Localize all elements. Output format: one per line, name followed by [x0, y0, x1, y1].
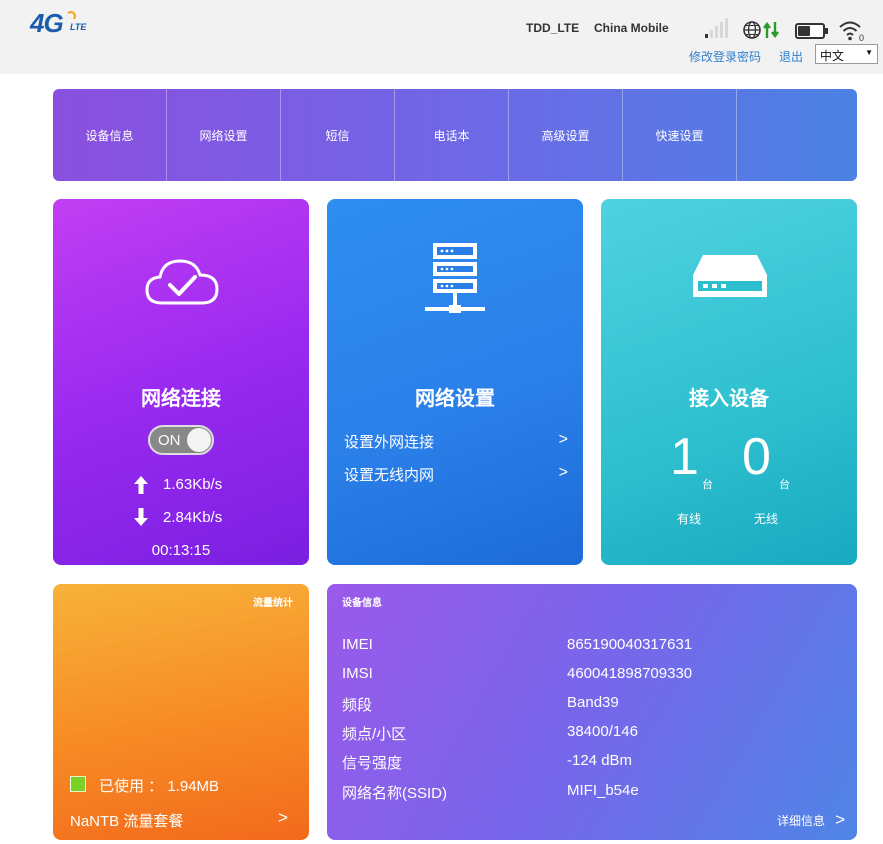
wifi-icon: 0: [838, 17, 868, 47]
nav-device-info[interactable]: 设备信息: [53, 89, 167, 181]
upload-arrow-icon: [134, 476, 148, 494]
top-bar: 4G LTE TDD_LTE China Mobile 0 修改登录密码 退出 …: [0, 0, 883, 74]
device-info-title: 设备信息: [342, 598, 382, 609]
wired-count-unit: 台: [702, 479, 713, 491]
info-value: MIFI_b54e: [567, 782, 639, 799]
info-row-ssid: 网络名称(SSID) MIFI_b54e: [342, 782, 842, 804]
dropdown-arrow-icon: ▼: [865, 48, 873, 57]
upload-speed: 1.63Kb/s: [163, 476, 223, 493]
toggle-label: ON: [158, 432, 181, 449]
wired-label: 有线: [677, 512, 702, 526]
connection-toggle[interactable]: ON: [148, 425, 214, 455]
nav-network-settings[interactable]: 网络设置: [167, 89, 281, 181]
network-type: TDD_LTE: [526, 21, 580, 35]
router-icon: [691, 251, 769, 305]
used-label: 已使用 ：: [99, 778, 164, 795]
main-nav: 设备信息 网络设置 短信 电话本 高级设置 快速设置: [53, 89, 857, 181]
info-row-signal-strength: 信号强度 -124 dBm: [342, 752, 842, 774]
wireless-device-count: 0: [742, 428, 771, 486]
info-key: 频段: [342, 697, 373, 714]
traffic-statistics-title: 流量统计: [253, 598, 293, 609]
globe-data-icon: [742, 20, 782, 44]
cloud-check-icon: [144, 255, 220, 315]
connection-uptime: 00:13:15: [151, 542, 211, 559]
change-password-link[interactable]: 修改登录密码: [689, 48, 761, 65]
operator-name: China Mobile: [594, 21, 669, 35]
language-selected-value: 中文: [820, 49, 845, 63]
wan-setup-link[interactable]: 设置外网连接 >: [344, 431, 568, 457]
wifi-client-count: 0: [859, 33, 864, 43]
logo-main-text: 4G: [30, 8, 64, 38]
wireless-count-unit: 台: [779, 479, 790, 491]
info-value: -124 dBm: [567, 752, 633, 769]
network-settings-title: 网络设置: [415, 388, 495, 410]
battery-icon: [795, 23, 828, 39]
4g-lte-logo: 4G LTE: [30, 8, 100, 40]
toggle-knob: [187, 428, 211, 452]
network-connection-card: 网络连接 ON 1.63Kb/s 2.84Kb/s 00:13:15: [53, 199, 309, 565]
info-value: Band39: [567, 694, 619, 711]
wlan-setup-link[interactable]: 设置无线内网 >: [344, 464, 568, 490]
network-settings-card: 网络设置 设置外网连接 > 设置无线内网 >: [327, 199, 583, 565]
info-row-frequency-cell: 频点/小区 38400/146: [342, 723, 842, 745]
used-traffic: 已使用 ： 1.94MB: [99, 775, 219, 796]
connected-devices-title: 接入设备: [689, 388, 769, 410]
wan-setup-label: 设置外网连接: [344, 434, 435, 451]
network-connection-title: 网络连接: [141, 388, 221, 410]
logout-link[interactable]: 退出: [779, 48, 803, 65]
connected-devices-card: 接入设备 1 台 0 台 有线 无线: [601, 199, 857, 565]
info-key: 信号强度: [342, 755, 403, 772]
wired-device-count: 1: [670, 428, 699, 486]
language-select[interactable]: 中文 ▼: [815, 44, 878, 64]
signal-icon: [705, 18, 731, 38]
download-speed: 2.84Kb/s: [163, 509, 223, 526]
nav-quick-setup[interactable]: 快速设置: [623, 89, 737, 181]
data-plan-label: NaNTB 流量套餐: [70, 813, 184, 830]
info-row-imsi: IMSI 460041898709330: [342, 665, 842, 687]
device-info-card: 设备信息 IMEI 865190040317631 IMSI 460041898…: [327, 584, 857, 840]
nav-sms[interactable]: 短信: [281, 89, 395, 181]
info-key: IMEI: [342, 636, 373, 653]
info-value: 865190040317631: [567, 636, 693, 653]
used-color-swatch: [70, 776, 86, 792]
info-key: 频点/小区: [342, 726, 407, 743]
info-value: 38400/146: [567, 723, 638, 740]
server-icon: [423, 241, 487, 325]
info-key: 网络名称(SSID): [342, 785, 448, 802]
info-key: IMSI: [342, 665, 373, 682]
details-link-label: 详细信息: [777, 814, 826, 828]
wireless-label: 无线: [754, 512, 779, 526]
traffic-statistics-card: 流量统计 已使用 ： 1.94MB NaNTB 流量套餐 >: [53, 584, 309, 840]
used-value: 1.94MB: [167, 778, 220, 795]
download-arrow-icon: [134, 508, 148, 526]
info-row-band: 频段 Band39: [342, 694, 842, 716]
chevron-right-icon: >: [558, 431, 568, 448]
chevron-right-icon: >: [835, 810, 845, 829]
info-value: 460041898709330: [567, 665, 693, 682]
chevron-right-icon: >: [558, 464, 568, 481]
logo-arc-icon: [66, 11, 76, 21]
info-row-imei: IMEI 865190040317631: [342, 636, 842, 658]
logo-sub-text: LTE: [70, 22, 87, 32]
wlan-setup-label: 设置无线内网: [344, 467, 435, 484]
details-link[interactable]: 详细信息 >: [777, 810, 845, 830]
nav-phonebook[interactable]: 电话本: [395, 89, 509, 181]
nav-advanced-settings[interactable]: 高级设置: [509, 89, 623, 181]
chevron-right-icon[interactable]: >: [278, 808, 288, 828]
